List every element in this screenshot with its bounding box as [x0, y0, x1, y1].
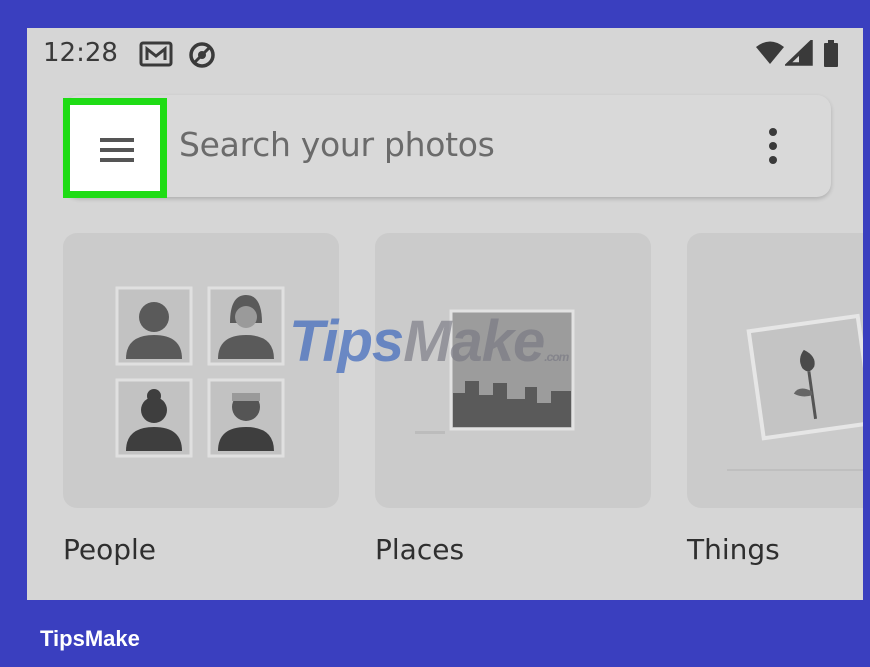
hamburger-menu-icon — [100, 138, 134, 167]
sync-icon — [187, 40, 217, 75]
watermark-part-a: Tips — [289, 309, 404, 374]
status-time: 12:28 — [43, 38, 118, 68]
status-bar: 12:28 — [27, 28, 863, 78]
search-input[interactable]: Search your photos — [179, 125, 495, 164]
signal-icon — [783, 37, 813, 71]
wifi-icon — [755, 40, 785, 71]
hamburger-menu-button[interactable] — [63, 98, 167, 198]
battery-icon — [823, 40, 839, 73]
category-label-people: People — [63, 533, 157, 566]
category-label-things: Things — [687, 533, 780, 566]
watermark-part-b: Make — [403, 309, 545, 374]
gmail-icon — [139, 40, 173, 73]
footer-brand: TipsMake — [40, 626, 140, 651]
watermark-suffix: .com — [544, 350, 569, 364]
more-vert-icon[interactable] — [765, 126, 781, 171]
footer-bar: TipsMake — [0, 600, 870, 667]
things-illustration — [727, 313, 863, 471]
category-card-things[interactable] — [687, 233, 863, 508]
tipsmake-watermark: TipsMake.com — [289, 308, 569, 375]
category-label-places: Places — [375, 533, 465, 566]
phone-screen: 12:28 Search your photos People Places T… — [27, 28, 863, 600]
